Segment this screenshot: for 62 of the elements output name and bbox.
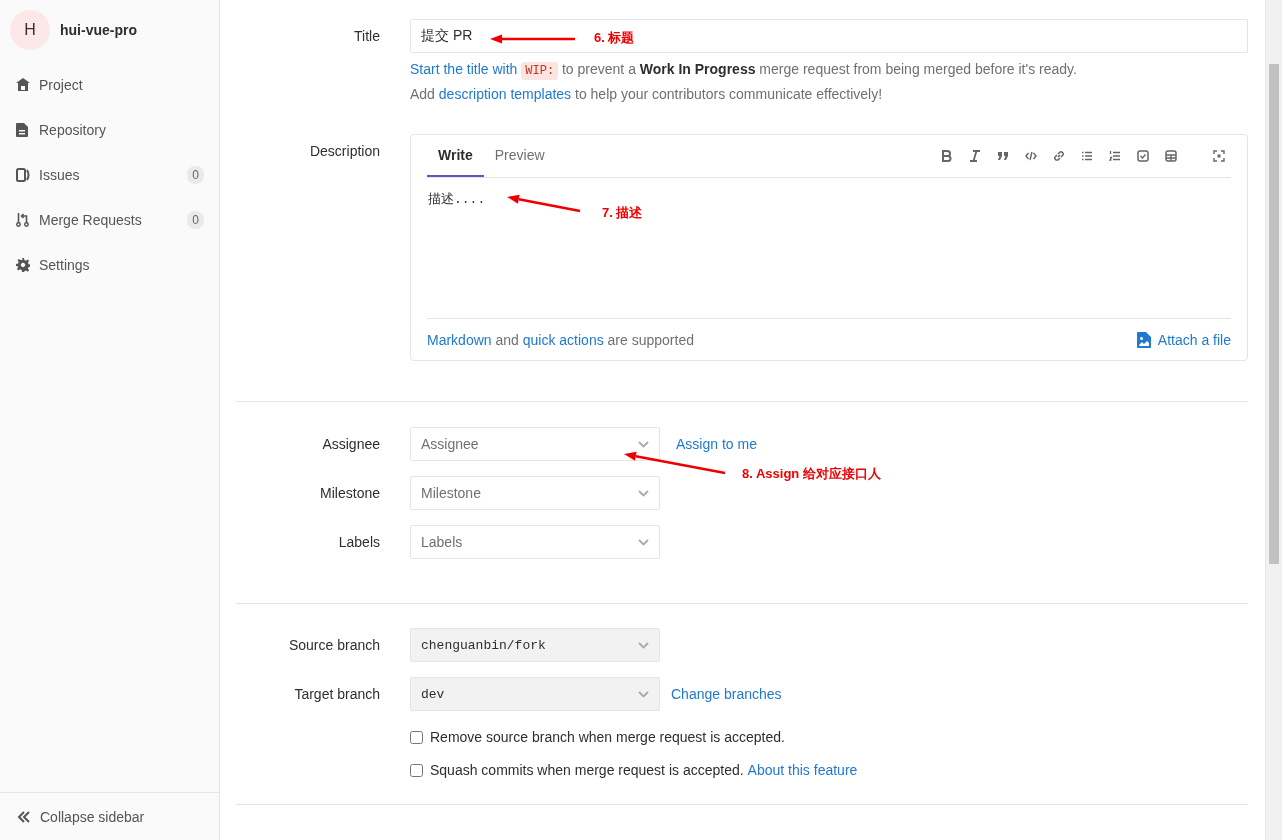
- collapse-sidebar-link[interactable]: Collapse sidebar: [0, 792, 219, 840]
- field-label: Milestone: [319, 484, 380, 501]
- numbered-list-icon[interactable]: [1109, 150, 1121, 162]
- document-icon: [16, 122, 28, 137]
- markdown-link[interactable]: Markdown: [427, 331, 492, 348]
- caret-icon: [638, 641, 649, 649]
- link-icon[interactable]: [1053, 150, 1065, 162]
- sidebar-item[interactable]: Merge Requests 0: [0, 197, 219, 242]
- annotation-label: 6. 标题: [594, 29, 635, 47]
- attach-file-link[interactable]: Attach a file: [1136, 331, 1231, 348]
- table-icon[interactable]: [1165, 150, 1177, 162]
- sidebar-item[interactable]: Issues 0: [0, 152, 219, 197]
- editor-tab[interactable]: Preview: [483, 135, 556, 177]
- caret-icon: [638, 690, 649, 698]
- sidebar-item[interactable]: Settings: [0, 242, 219, 287]
- option-label: Squash commits when merge request is accepted.: [430, 762, 744, 778]
- bullet-list-icon[interactable]: [1081, 150, 1093, 162]
- select-dropdown[interactable]: Milestone: [410, 476, 660, 510]
- option-checkbox[interactable]: [410, 763, 423, 777]
- sidebar-item[interactable]: Repository: [0, 107, 219, 152]
- select-dropdown[interactable]: Labels: [410, 525, 660, 559]
- count-badge: 0: [187, 210, 204, 229]
- italic-icon[interactable]: [969, 150, 981, 162]
- assign-to-me-link[interactable]: Assign to me: [676, 436, 757, 452]
- home-icon: [16, 78, 30, 91]
- quick-actions-link[interactable]: quick actions: [522, 331, 604, 348]
- field-label: Labels: [337, 533, 380, 550]
- option-label: Remove source branch when merge request is accepted.: [430, 729, 785, 745]
- fullscreen-icon[interactable]: [1213, 150, 1225, 162]
- wip-code: WIP:: [521, 62, 559, 80]
- settings-icon: [16, 257, 30, 272]
- task-list-icon[interactable]: [1137, 150, 1149, 162]
- field-label: Description: [308, 142, 380, 159]
- select-dropdown[interactable]: Assignee: [410, 427, 660, 461]
- caret-icon: [638, 489, 649, 497]
- code-icon[interactable]: [1025, 150, 1037, 162]
- project-name[interactable]: hui-vue-pro: [60, 22, 137, 38]
- double-chevron-icon: [17, 810, 31, 823]
- bold-icon[interactable]: [941, 150, 953, 162]
- field-label: Source branch: [287, 636, 380, 653]
- title-hint-link[interactable]: Start the title with: [410, 61, 518, 77]
- title-hint: Start the title with WIP: to prevent a Work In Progress merge request from being merged before it's ready.: [410, 60, 1078, 78]
- annotation-label: 8. Assign 给对应接口人: [742, 465, 881, 483]
- issues-icon: [16, 167, 31, 182]
- sidebar-item[interactable]: Project: [0, 62, 219, 107]
- quote-icon[interactable]: [997, 150, 1009, 162]
- description-templates-link[interactable]: description templates: [438, 86, 572, 102]
- field-label: Target branch: [293, 685, 380, 702]
- templates-hint: Add description templates to help your contributors communicate effectively!: [410, 85, 884, 103]
- about-feature-link[interactable]: About this feature: [747, 762, 858, 778]
- caret-icon: [638, 440, 649, 448]
- image-file-icon: [1136, 331, 1151, 348]
- markdown-note: Markdown and quick actions are supported: [427, 331, 694, 348]
- merge-request-icon: [16, 212, 29, 227]
- field-label: Assignee: [321, 435, 380, 452]
- option-checkbox[interactable]: [410, 730, 423, 744]
- count-badge: 0: [187, 165, 204, 184]
- field-label: Title: [353, 27, 380, 44]
- scrollbar-thumb[interactable]: [1269, 64, 1279, 564]
- caret-icon: [638, 538, 649, 546]
- annotation-label: 7. 描述: [602, 204, 643, 222]
- project-avatar: H: [10, 10, 50, 50]
